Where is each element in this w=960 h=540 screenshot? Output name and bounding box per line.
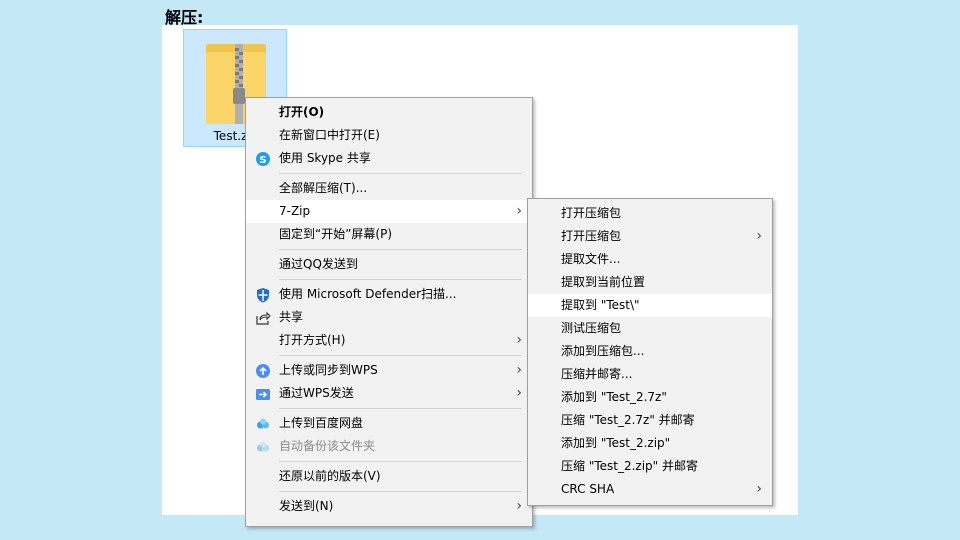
baidu-netdisk-icon: [257, 418, 269, 429]
menu-item-send-via-qq[interactable]: 通过QQ发送到: [246, 253, 532, 276]
menu-separator: [279, 249, 522, 250]
chevron-right-icon: ›: [516, 498, 522, 514]
menu-item-open[interactable]: 打开(O): [246, 101, 532, 124]
menu-item-wps-upload-sync[interactable]: 上传或同步到WPS ›: [246, 359, 532, 382]
submenu-item-add-to-archive[interactable]: 添加到压缩包...: [528, 340, 772, 363]
submenu-item-compress-7z-email[interactable]: 压缩 "Test_2.7z" 并邮寄: [528, 409, 772, 432]
wps-cloud-upload-icon: [256, 364, 270, 378]
wps-send-icon: [256, 389, 270, 400]
menu-item-open-new-window[interactable]: 在新窗口中打开(E): [246, 124, 532, 147]
submenu-item-extract-here[interactable]: 提取到当前位置: [528, 271, 772, 294]
skype-icon: S: [256, 152, 270, 166]
menu-item-open-with[interactable]: 打开方式(H) ›: [246, 329, 532, 352]
chevron-right-icon: ›: [516, 362, 522, 378]
submenu-item-extract-to-folder[interactable]: 提取到 "Test\": [528, 294, 772, 317]
menu-separator: [279, 173, 522, 174]
menu-separator: [279, 355, 522, 356]
chevron-right-icon: ›: [756, 228, 762, 244]
menu-item-share[interactable]: 共享: [246, 306, 532, 329]
menu-separator: [279, 279, 522, 280]
submenu-item-compress-zip-email[interactable]: 压缩 "Test_2.zip" 并邮寄: [528, 455, 772, 478]
submenu-item-test-archive[interactable]: 测试压缩包: [528, 317, 772, 340]
menu-item-extract-all[interactable]: 全部解压缩(T)...: [246, 177, 532, 200]
chevron-right-icon: ›: [756, 481, 762, 497]
menu-item-send-to[interactable]: 发送到(N) ›: [246, 495, 532, 518]
submenu-item-add-to-zip[interactable]: 添加到 "Test_2.zip": [528, 432, 772, 455]
share-icon: [256, 311, 271, 325]
context-menu: 打开(O) 在新窗口中打开(E) S 使用 Skype 共享 全部解压缩(T).…: [245, 97, 533, 527]
menu-item-pin-to-start[interactable]: 固定到“开始”屏幕(P): [246, 223, 532, 246]
submenu-item-add-to-7z[interactable]: 添加到 "Test_2.7z": [528, 386, 772, 409]
menu-item-wps-send[interactable]: 通过WPS发送 ›: [246, 382, 532, 405]
chevron-right-icon: ›: [516, 385, 522, 401]
baidu-backup-icon: [257, 441, 269, 452]
menu-separator: [279, 491, 522, 492]
menu-item-baidu-upload[interactable]: 上传到百度网盘: [246, 412, 532, 435]
7zip-submenu: 打开压缩包 打开压缩包 › 提取文件... 提取到当前位置 提取到 "Test\…: [527, 198, 773, 506]
menu-item-defender-scan[interactable]: 使用 Microsoft Defender扫描...: [246, 283, 532, 306]
defender-shield-icon: [257, 288, 269, 303]
chevron-right-icon: ›: [516, 332, 522, 348]
submenu-item-open-archive[interactable]: 打开压缩包: [528, 202, 772, 225]
svg-text:S: S: [259, 155, 266, 166]
menu-item-7zip[interactable]: 7-Zip ›: [246, 200, 532, 223]
menu-separator: [279, 461, 522, 462]
chevron-right-icon: ›: [516, 203, 522, 219]
submenu-item-extract-files[interactable]: 提取文件...: [528, 248, 772, 271]
submenu-item-compress-and-email[interactable]: 压缩并邮寄...: [528, 363, 772, 386]
menu-item-restore-previous-versions[interactable]: 还原以前的版本(V): [246, 465, 532, 488]
menu-item-baidu-auto-backup: 自动备份该文件夹: [246, 435, 532, 458]
submenu-item-crc-sha[interactable]: CRC SHA ›: [528, 478, 772, 501]
menu-separator: [279, 408, 522, 409]
menu-item-share-skype[interactable]: S 使用 Skype 共享: [246, 147, 532, 170]
submenu-item-open-archive-as[interactable]: 打开压缩包 ›: [528, 225, 772, 248]
